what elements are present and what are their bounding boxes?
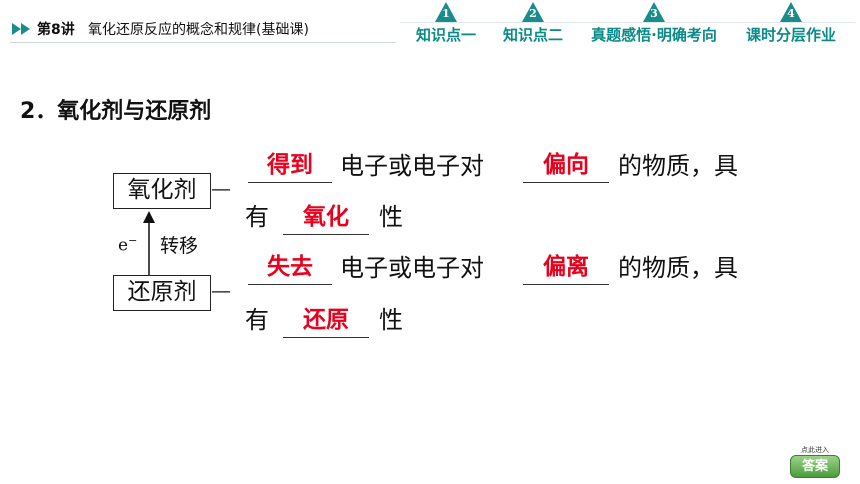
tab-label: 知识点二: [502, 26, 563, 44]
oxidizer-tail-text: 的物质，具: [618, 152, 738, 180]
double-play-icon: [12, 23, 30, 35]
connector-dash: —: [211, 278, 231, 302]
lesson-title: 氧化还原反应的概念和规律(基础课): [88, 22, 309, 38]
answer-blank-oxidizing[interactable]: 氧化: [283, 202, 369, 235]
tab-marker-icon: 2: [522, 2, 544, 24]
tab-marker-icon: 4: [780, 2, 802, 24]
header: 第8讲 氧化还原反应的概念和规律(基础课) 1 知识点一 2 知识点二 3 真题…: [0, 0, 860, 50]
tab-label: 真题感悟·明确考向: [591, 26, 717, 44]
up-arrow-icon: [143, 211, 155, 275]
tab-label: 课时分层作业: [745, 26, 836, 44]
answer-blank-direction-toward[interactable]: 偏向: [523, 150, 609, 183]
connector-dash: —: [211, 176, 231, 200]
reducer-box: 还原剂: [113, 275, 211, 311]
oxidizer-prefix-text: 有: [245, 203, 269, 231]
show-answer-button[interactable]: 点此进入 答案: [788, 445, 842, 479]
tab-knowledge-point-2[interactable]: 2 知识点二: [497, 2, 569, 48]
answer-blank-reducing[interactable]: 还原: [283, 305, 369, 338]
tab-label: 知识点一: [415, 26, 476, 44]
answer-hint: 点此进入: [801, 446, 829, 454]
answer-button-label: 答案: [790, 455, 840, 478]
reducer-text: 电子或电子对: [340, 254, 484, 282]
answer-blank-gain[interactable]: 得到: [248, 150, 332, 183]
oxidizer-suffix-text: 性: [379, 203, 403, 231]
electron-label: e−: [118, 234, 138, 256]
tab-homework[interactable]: 4 课时分层作业: [738, 2, 844, 48]
answer-blank-direction-away[interactable]: 偏离: [523, 252, 609, 285]
answer-blank-lose[interactable]: 失去: [248, 252, 332, 285]
reducer-suffix-text: 性: [379, 306, 403, 334]
tab-marker-icon: 3: [643, 2, 665, 24]
transfer-label: 转移: [160, 235, 199, 257]
oxidizer-text: 电子或电子对: [340, 152, 484, 180]
oxidizer-box: 氧化剂: [113, 173, 211, 209]
tab-marker-icon: 1: [435, 2, 457, 24]
lesson-bar: 第8讲 氧化还原反应的概念和规律(基础课): [10, 16, 396, 43]
reducer-tail-text: 的物质，具: [618, 254, 738, 282]
tab-knowledge-point-1[interactable]: 1 知识点一: [410, 2, 482, 48]
tab-exam-insight[interactable]: 3 真题感悟·明确考向: [580, 2, 728, 48]
lesson-number: 第8讲: [37, 22, 75, 38]
section-heading: 2．氧化剂与还原剂: [20, 99, 212, 124]
reducer-prefix-text: 有: [245, 306, 269, 334]
